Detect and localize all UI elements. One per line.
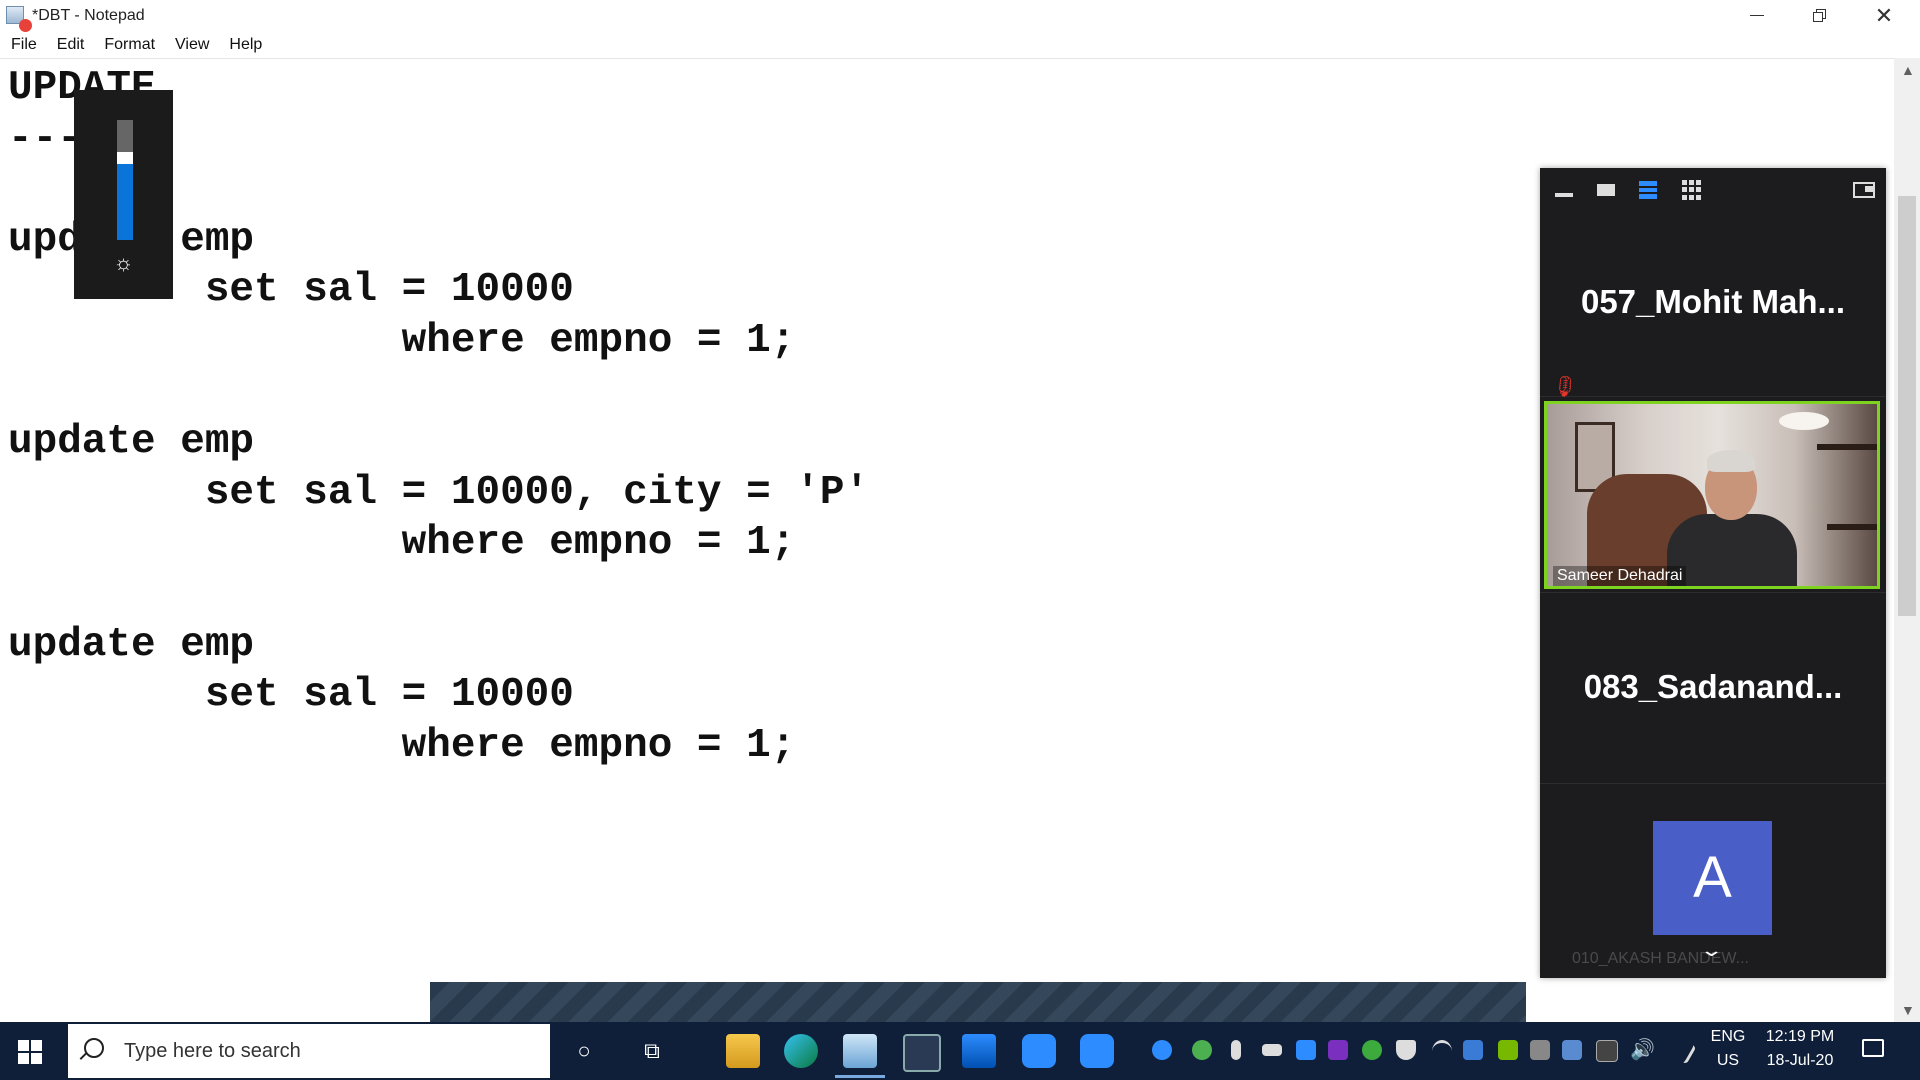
search-icon [84,1038,104,1058]
zoom-meeting-icon[interactable] [1080,1034,1114,1068]
wifi-icon[interactable] [1432,1040,1452,1063]
input-language[interactable]: ENG [1708,1028,1748,1046]
restore-button[interactable] [1788,0,1850,31]
notepad-icon [6,6,32,32]
tile-divider [1540,783,1886,784]
input-region[interactable]: US [1708,1052,1748,1070]
popout-icon[interactable] [1852,180,1876,200]
clock-date[interactable]: 18-Jul-20 [1762,1052,1838,1070]
microphone-icon[interactable] [1231,1040,1241,1060]
person-hair [1707,450,1755,472]
participant-name: 057_Mohit Mah... [1580,283,1846,320]
pen-icon[interactable] [1666,1035,1697,1065]
participant-name: Sameer Dehadrai [1553,566,1687,586]
search-placeholder: Type here to search [124,1040,301,1062]
window-title: *DBT - Notepad [32,7,145,24]
clock-time[interactable]: 12:19 PM [1762,1028,1838,1046]
scroll-down-icon[interactable]: ▼ [1901,1002,1915,1018]
participant-avatar: A [1653,821,1772,935]
taskbar: Type here to search ○ ⧉ 🔊 ENG US 12:19 P… [0,1022,1920,1080]
close-button[interactable]: ✕ [1853,0,1915,31]
cloud-icon[interactable] [1562,1040,1582,1060]
sun-icon: ☼ [113,250,134,275]
help-icon[interactable] [1152,1040,1172,1060]
person-body [1667,514,1797,586]
active-speaker-video[interactable]: Sameer Dehadrai [1544,401,1880,589]
gallery-view-icon[interactable] [1680,180,1702,200]
mic-muted-icon: 🎙 [1548,372,1581,402]
whiteboard-icon[interactable] [962,1034,996,1068]
shelf [1817,444,1877,450]
screen-share-band [430,982,1526,1022]
notifications-icon[interactable] [1862,1039,1884,1057]
nvidia-icon[interactable] [1498,1040,1518,1060]
menu-format[interactable]: Format [97,31,162,58]
update-icon[interactable] [1362,1040,1382,1060]
zoom-icon[interactable] [1022,1034,1056,1068]
brightness-slider[interactable] [117,120,133,240]
cortana-icon[interactable]: ○ [564,1034,604,1068]
file-explorer-icon[interactable] [726,1034,760,1068]
device-icon[interactable] [1530,1040,1550,1060]
vertical-scrollbar[interactable]: ▲ ▼ [1894,58,1920,1022]
task-view-icon[interactable]: ⧉ [632,1034,672,1068]
chevron-down-icon[interactable]: ⌄ [1699,940,1723,961]
scroll-thumb[interactable] [1898,196,1916,616]
menu-bar: File Edit Format View Help [0,31,1920,58]
speaker-view-icon[interactable] [1596,180,1616,200]
title-bar: *DBT - Notepad ✕ [0,0,1920,32]
scroll-up-icon[interactable]: ▲ [1901,62,1915,78]
brightness-osd: ☼ [74,90,173,299]
zoom-tray-icon[interactable] [1296,1040,1316,1060]
strip-view-icon[interactable] [1638,180,1658,200]
zoom-toolbar [1540,168,1886,212]
bluetooth-snow-icon[interactable] [1463,1040,1483,1060]
tile-divider [1540,592,1886,593]
onenote-icon[interactable] [1328,1040,1348,1060]
app-tray-icon[interactable] [1596,1040,1618,1062]
shelf [1827,524,1877,530]
menu-file[interactable]: File [4,31,44,58]
close-icon: ✕ [1874,2,1894,28]
restore-icon [1812,9,1826,22]
ceiling-lamp [1779,412,1829,430]
menu-view[interactable]: View [168,31,216,58]
battery-icon[interactable] [1262,1044,1282,1056]
windows-start-icon[interactable] [18,1040,42,1064]
security-check-icon[interactable] [1192,1040,1212,1060]
notepad-taskbar-icon[interactable] [835,1034,885,1078]
brightness-level [117,152,133,240]
minimize-button[interactable] [1726,0,1788,31]
menu-help[interactable]: Help [222,31,269,58]
tile-divider [1540,396,1886,397]
participant-name: 083_Sadanand... [1583,668,1843,705]
taskbar-search[interactable]: Type here to search [68,1024,550,1078]
minimize-icon[interactable] [1554,180,1574,200]
edge-icon[interactable] [784,1034,818,1068]
defender-icon[interactable] [1396,1040,1416,1060]
zoom-video-panel: 057_Mohit Mah... 🎙 Sameer Dehadrai 083_S… [1540,168,1886,978]
sql-app-icon[interactable] [903,1034,941,1072]
menu-edit[interactable]: Edit [50,31,92,58]
minimize-icon [1750,15,1764,16]
volume-icon[interactable]: 🔊 [1630,1040,1655,1060]
